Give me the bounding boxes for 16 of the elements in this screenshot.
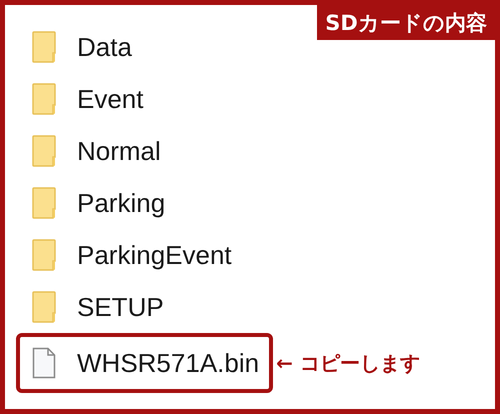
file-icon xyxy=(32,347,56,379)
folder-icon xyxy=(32,31,56,63)
title-label: SDカードの内容 xyxy=(317,5,495,40)
folder-icon xyxy=(32,187,56,219)
folder-name[interactable]: Event xyxy=(77,84,144,114)
folder-name[interactable]: Data xyxy=(77,32,132,62)
folder-icon xyxy=(32,135,56,167)
folder-icon xyxy=(32,239,56,271)
folder-icon xyxy=(32,291,56,323)
annotation-text: ← コピーします xyxy=(276,350,420,376)
folder-name[interactable]: Normal xyxy=(77,136,161,166)
folder-name[interactable]: ParkingEvent xyxy=(77,240,232,270)
folder-name[interactable]: Parking xyxy=(77,188,166,218)
folder-icon xyxy=(32,83,56,115)
folder-name[interactable]: SETUP xyxy=(77,292,164,322)
file-name[interactable]: WHSR571A.bin xyxy=(77,348,260,378)
